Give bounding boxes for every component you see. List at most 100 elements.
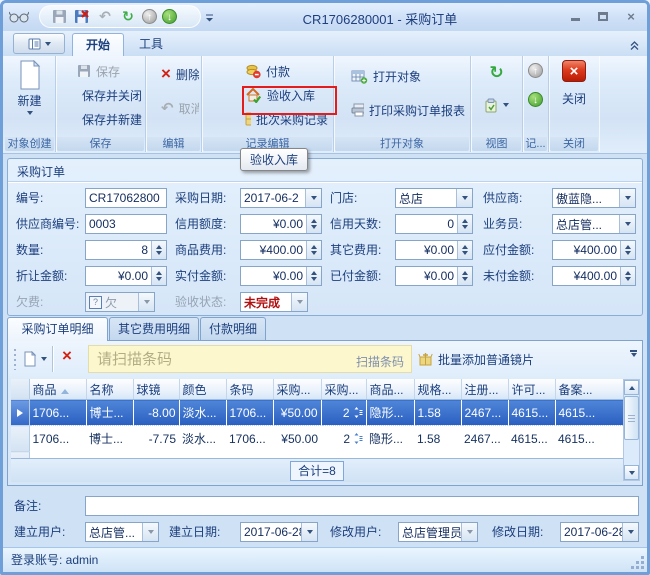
supplier-no-field[interactable]: 0003 xyxy=(85,214,167,234)
credit-limit-spinner[interactable]: ¥0.00 xyxy=(240,214,322,234)
spinner-arrows-icon[interactable] xyxy=(620,267,635,285)
col-header[interactable]: 采购... xyxy=(273,379,321,400)
spinner-arrows-icon[interactable] xyxy=(620,241,635,259)
cell[interactable]: 4615... xyxy=(508,400,555,426)
qat-save-close-button[interactable] xyxy=(73,8,91,26)
col-header[interactable]: 商品... xyxy=(366,379,414,400)
modified-by-combo[interactable]: 总店管理员 xyxy=(398,522,478,542)
cell[interactable]: 1706... xyxy=(226,400,273,426)
tab-tools[interactable]: 工具 xyxy=(126,33,176,56)
cell[interactable]: 4615... xyxy=(508,426,555,452)
qat-redo-icon[interactable]: ↻ xyxy=(119,8,137,26)
save-close-button[interactable]: 保存并关闭 xyxy=(74,83,143,107)
col-header[interactable]: 采购... xyxy=(321,379,366,400)
tab-start[interactable]: 开始 xyxy=(72,33,124,56)
cell[interactable]: 2467... xyxy=(461,426,508,452)
tab-order-detail[interactable]: 采购订单明细 xyxy=(7,317,108,341)
cell[interactable]: 2467... xyxy=(461,400,508,426)
paid-spinner[interactable]: ¥0.00 xyxy=(395,266,473,286)
ribbon-close-button[interactable]: × 关闭 xyxy=(549,60,599,107)
scroll-down-button[interactable] xyxy=(624,465,639,480)
save-new-button[interactable]: 保存并新建 xyxy=(74,107,143,131)
dropdown-arrow-icon[interactable] xyxy=(619,215,635,233)
qat-up-circle-icon[interactable]: ↑ xyxy=(142,9,157,24)
minimize-button[interactable] xyxy=(567,8,583,24)
cell[interactable]: 隐形... xyxy=(366,400,414,426)
cancel-button[interactable]: ↶ 取消 xyxy=(158,96,199,120)
payment-button[interactable]: 付款 xyxy=(242,59,331,83)
dropdown-arrow-icon[interactable] xyxy=(461,523,477,541)
resize-grip[interactable] xyxy=(641,566,644,569)
qat-down-circle-icon[interactable]: ↓ xyxy=(162,9,177,24)
dropdown-arrow-icon[interactable] xyxy=(456,189,472,207)
scrollbar-thumb[interactable] xyxy=(624,396,639,440)
app-menu-button[interactable] xyxy=(13,33,65,54)
col-header[interactable]: 颜色 xyxy=(179,379,226,400)
dropdown-arrow-icon[interactable] xyxy=(619,189,635,207)
col-header[interactable]: 注册... xyxy=(461,379,508,400)
cell[interactable]: 淡水... xyxy=(179,400,226,426)
toolbar-overflow-icon[interactable] xyxy=(630,350,637,357)
tab-payment-detail[interactable]: 付款明细 xyxy=(200,317,266,341)
close-button[interactable]: × xyxy=(623,8,639,24)
quantity-spinner[interactable]: 8 xyxy=(85,240,167,260)
spinner-arrows-icon[interactable] xyxy=(151,267,166,285)
cell[interactable]: 隐形... xyxy=(366,426,414,452)
col-header[interactable]: 球镜 xyxy=(133,379,179,400)
delete-button[interactable]: × 删除 xyxy=(158,62,199,86)
col-header[interactable]: 条码 xyxy=(226,379,273,400)
save-button[interactable]: 保存 xyxy=(74,59,143,83)
cell[interactable]: -8.00 xyxy=(133,400,179,426)
toolbar-grip[interactable] xyxy=(14,349,16,370)
app-logo-glasses-icon[interactable] xyxy=(9,10,29,28)
ribbon-collapse-icon[interactable] xyxy=(630,38,639,56)
batch-add-lenses-button[interactable]: 批量添加普通镜片 xyxy=(418,347,534,371)
new-button[interactable]: 新建 xyxy=(4,60,55,115)
open-object-button[interactable]: 打开对象 xyxy=(348,64,468,88)
qat-save-button[interactable] xyxy=(50,8,68,26)
cell[interactable]: 1.58 xyxy=(414,426,461,452)
cell[interactable]: 1706... xyxy=(29,400,86,426)
order-no-field[interactable]: CR17062800 xyxy=(85,188,167,208)
payable-spinner[interactable]: ¥400.00 xyxy=(552,240,636,260)
other-cost-spinner[interactable]: ¥0.00 xyxy=(395,240,473,260)
record-next-icon[interactable]: ↓ xyxy=(528,92,543,107)
view-layout-button[interactable] xyxy=(481,93,512,117)
spinner-arrows-icon[interactable] xyxy=(151,241,166,259)
cell[interactable]: 淡水... xyxy=(179,426,226,452)
print-report-button[interactable]: 打印采购订单报表 xyxy=(348,98,468,122)
created-by-combo[interactable]: 总店管... xyxy=(85,522,159,542)
cell[interactable]: 博士... xyxy=(86,426,133,452)
table-row-selected[interactable]: 1706... 博士... -8.00 淡水... 1706... ¥50.00… xyxy=(11,400,623,426)
cell[interactable]: 4615... xyxy=(555,426,623,452)
order-date-combo[interactable]: 2017-06-2 xyxy=(240,188,322,208)
col-header[interactable]: 规格... xyxy=(414,379,461,400)
cell[interactable]: 1706... xyxy=(226,426,273,452)
remove-row-button[interactable]: × xyxy=(62,348,72,364)
dropdown-arrow-icon[interactable] xyxy=(305,189,321,207)
col-header[interactable]: 名称 xyxy=(86,379,133,400)
cell[interactable]: -7.75 xyxy=(133,426,179,452)
cell[interactable]: 博士... xyxy=(86,400,133,426)
vertical-scrollbar[interactable] xyxy=(623,379,640,481)
dropdown-arrow-icon[interactable] xyxy=(142,523,158,541)
table-row[interactable]: 1706... 博士... -7.75 淡水... 1706... ¥50.00… xyxy=(11,426,623,452)
modified-date-combo[interactable]: 2017-06-28 xyxy=(560,522,639,542)
unpaid-spinner[interactable]: ¥400.00 xyxy=(552,266,636,286)
remark-field[interactable] xyxy=(85,496,639,516)
tab-other-cost-detail[interactable]: 其它费用明细 xyxy=(109,317,199,341)
cell[interactable]: 1.58 xyxy=(414,400,461,426)
created-date-combo[interactable]: 2017-06-28 xyxy=(240,522,318,542)
discount-spinner[interactable]: ¥0.00 xyxy=(85,266,167,286)
salesman-combo[interactable]: 总店管... xyxy=(552,214,636,234)
store-combo[interactable]: 总店 xyxy=(395,188,473,208)
spinner-arrows-icon[interactable] xyxy=(306,267,321,285)
maximize-button[interactable] xyxy=(595,8,611,24)
spinner-arrows-icon[interactable] xyxy=(306,241,321,259)
col-header[interactable]: 许可... xyxy=(508,379,555,400)
spinner-arrows-icon[interactable] xyxy=(457,215,472,233)
qat-undo-icon[interactable]: ↶ xyxy=(96,8,114,26)
refresh-button[interactable]: ↻ xyxy=(486,61,506,85)
add-row-button[interactable] xyxy=(20,347,50,371)
record-prev-icon[interactable]: ↑ xyxy=(528,63,543,78)
